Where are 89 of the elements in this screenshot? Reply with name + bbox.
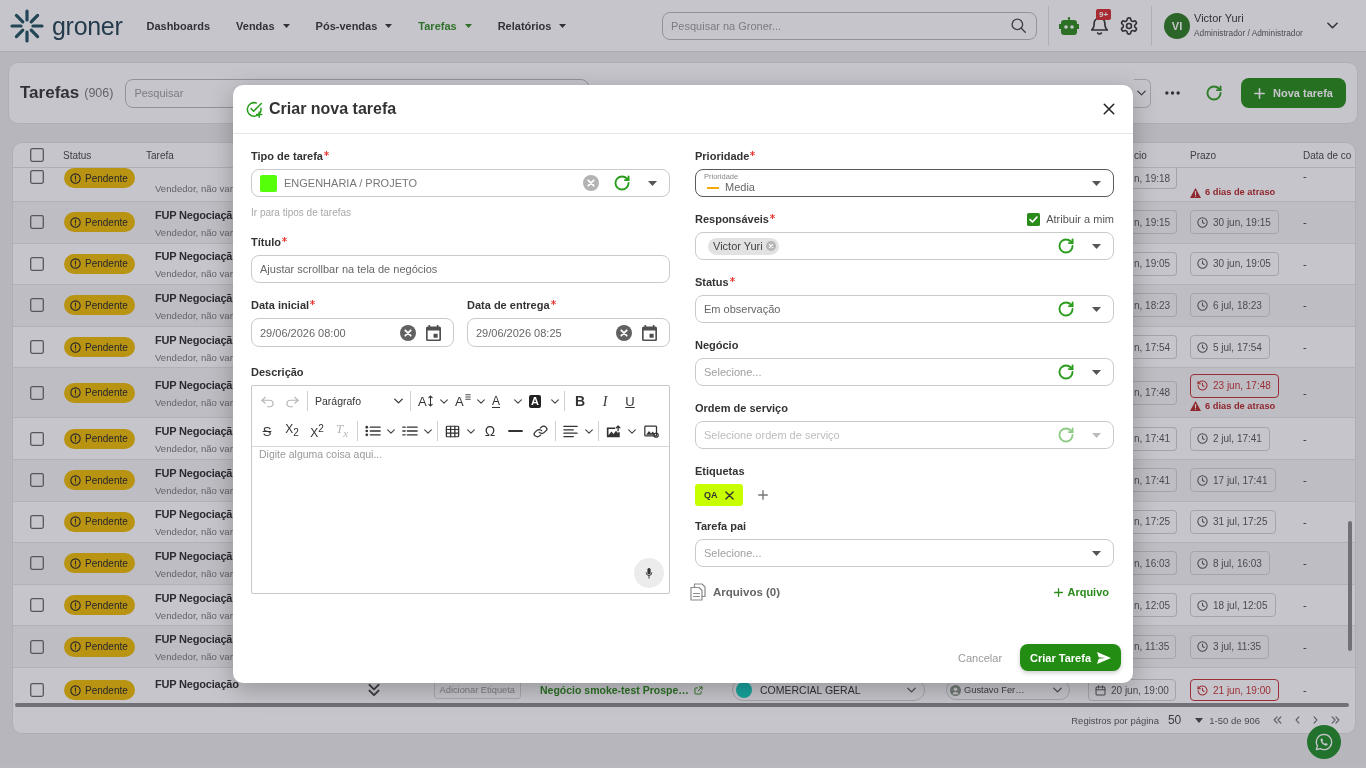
start-date-text: 20 jun, 19:00 <box>1111 684 1169 696</box>
completion-date: - <box>1303 557 1307 570</box>
user-role: Administrador / Administrador <box>1194 28 1304 39</box>
task-description: Vendedor, não var <box>155 567 233 580</box>
field-label: Título <box>251 236 281 249</box>
user-name: Victor Yuri <box>1194 12 1245 25</box>
deadline-text: 30 jun, 19:05 <box>1213 258 1271 270</box>
attachments-label: Arquivos (0) <box>713 586 781 598</box>
completion-date: - <box>1303 341 1307 354</box>
task-description: Vendedor, não var <box>155 226 233 239</box>
field-label: Etiquetas <box>695 465 745 478</box>
status-text: Pendente <box>85 684 128 696</box>
field-label: Tarefa pai <box>695 520 747 533</box>
dialog-title: Criar nova tarefa <box>269 100 397 118</box>
task-description: Vendedor, não var <box>155 310 233 322</box>
field-label: Ordem de serviço <box>695 402 788 415</box>
task-description: Vendedor, não var <box>155 183 233 195</box>
task-description: Vendedor, não var <box>155 351 233 364</box>
field-label: Negócio <box>695 339 739 352</box>
field-label: Prioridade <box>695 150 750 163</box>
completion-date: - <box>1303 474 1307 487</box>
completion-date: - <box>1303 684 1307 697</box>
status-text: Pendente <box>85 557 128 569</box>
completion-date: - <box>1303 216 1307 229</box>
deadline-text: 5 jul, 17:54 <box>1213 341 1262 353</box>
field-label: Data de entrega <box>467 299 550 312</box>
field-label: Responsáveis <box>695 213 769 226</box>
status-text: Pendente <box>85 172 128 184</box>
start-date-text: n, 17:41 <box>1134 474 1171 486</box>
start-date-text: n, 17:25 <box>1134 516 1171 528</box>
field-label: Data inicial <box>251 299 310 312</box>
start-date-text: n, 17:48 <box>1134 387 1171 399</box>
completion-date: - <box>1303 640 1307 653</box>
task-description: Vendedor, não var <box>155 651 233 664</box>
page-title: Tarefas <box>20 83 80 103</box>
deadline-text: 17 jul, 17:41 <box>1213 474 1268 486</box>
task-description: Vendedor, não var <box>155 609 233 622</box>
status-text: Pendente <box>85 216 128 228</box>
field-label: Descrição <box>251 366 304 379</box>
start-date-text: n, 19:15 <box>1134 216 1171 228</box>
status-text: Pendente <box>85 474 128 486</box>
status-text: Pendente <box>85 300 128 311</box>
overdue-warning-text: 6 dias de atraso <box>1205 187 1276 198</box>
completion-date: - <box>1303 257 1307 270</box>
deadline-text: 30 jun, 19:15 <box>1213 216 1271 228</box>
status-text: Pendente <box>85 433 128 445</box>
priority-value: Media <box>725 181 755 194</box>
start-date-text: n, 17:41 <box>1134 433 1171 445</box>
status-text: Pendente <box>85 516 128 528</box>
completion-date: - <box>1303 599 1307 612</box>
task-description: Vendedor, não var <box>155 484 233 497</box>
completion-date: - <box>1303 386 1307 399</box>
deadline-text: 8 jul, 16:03 <box>1213 557 1262 569</box>
completion-date: - <box>1303 299 1307 312</box>
start-date-text: n, 19:18 <box>1134 172 1171 184</box>
start-date-text: n, 11:35 <box>1134 641 1170 653</box>
deadline-text: 2 jul, 17:41 <box>1213 433 1262 445</box>
overdue-warning-text: 6 dias de atraso <box>1205 400 1276 412</box>
status-text: Pendente <box>85 387 128 399</box>
status-text: Pendente <box>85 599 128 611</box>
task-description: Vendedor, não var <box>155 268 233 281</box>
deadline-text: 21 jun, 19:00 <box>1213 684 1271 696</box>
start-date-text: n, 12:05 <box>1134 599 1171 611</box>
completion-date: - <box>1303 170 1307 182</box>
field-label: Tipo de tarefa <box>251 150 323 163</box>
task-count: (906) <box>84 86 114 100</box>
status-text: Pendente <box>85 341 128 353</box>
tag-label: QA <box>704 490 718 500</box>
deadline-text: 3 jul, 11:35 <box>1213 641 1262 653</box>
deadline-text: 6 jul, 18:23 <box>1213 300 1262 311</box>
field-label: Status <box>695 276 729 289</box>
task-description: Vendedor, não var <box>155 443 233 456</box>
page-range: 1-50 de 906 <box>1209 714 1260 726</box>
rows-per-page-label: Registros por página <box>1071 714 1159 726</box>
completion-date: - <box>1303 432 1307 445</box>
task-description: Vendedor, não var <box>155 526 233 539</box>
completion-date: - <box>1303 515 1307 528</box>
start-date-text: n, 17:54 <box>1134 341 1171 353</box>
deadline-text: 18 jul, 12:05 <box>1213 599 1268 611</box>
start-date-text: n, 18:23 <box>1134 300 1171 311</box>
start-date-text: n, 19:05 <box>1134 258 1171 270</box>
deadline-text: 23 jun, 17:48 <box>1213 380 1271 392</box>
start-date-text: n, 16:03 <box>1134 557 1171 569</box>
notification-count: 9+ <box>1096 9 1112 20</box>
status-text: Pendente <box>85 641 128 653</box>
task-description: Vendedor, não var <box>155 397 233 410</box>
assignee-name: Victor Yuri <box>713 240 763 252</box>
deadline-text: 31 jul, 17:25 <box>1213 516 1268 528</box>
status-text: Pendente <box>85 258 128 270</box>
